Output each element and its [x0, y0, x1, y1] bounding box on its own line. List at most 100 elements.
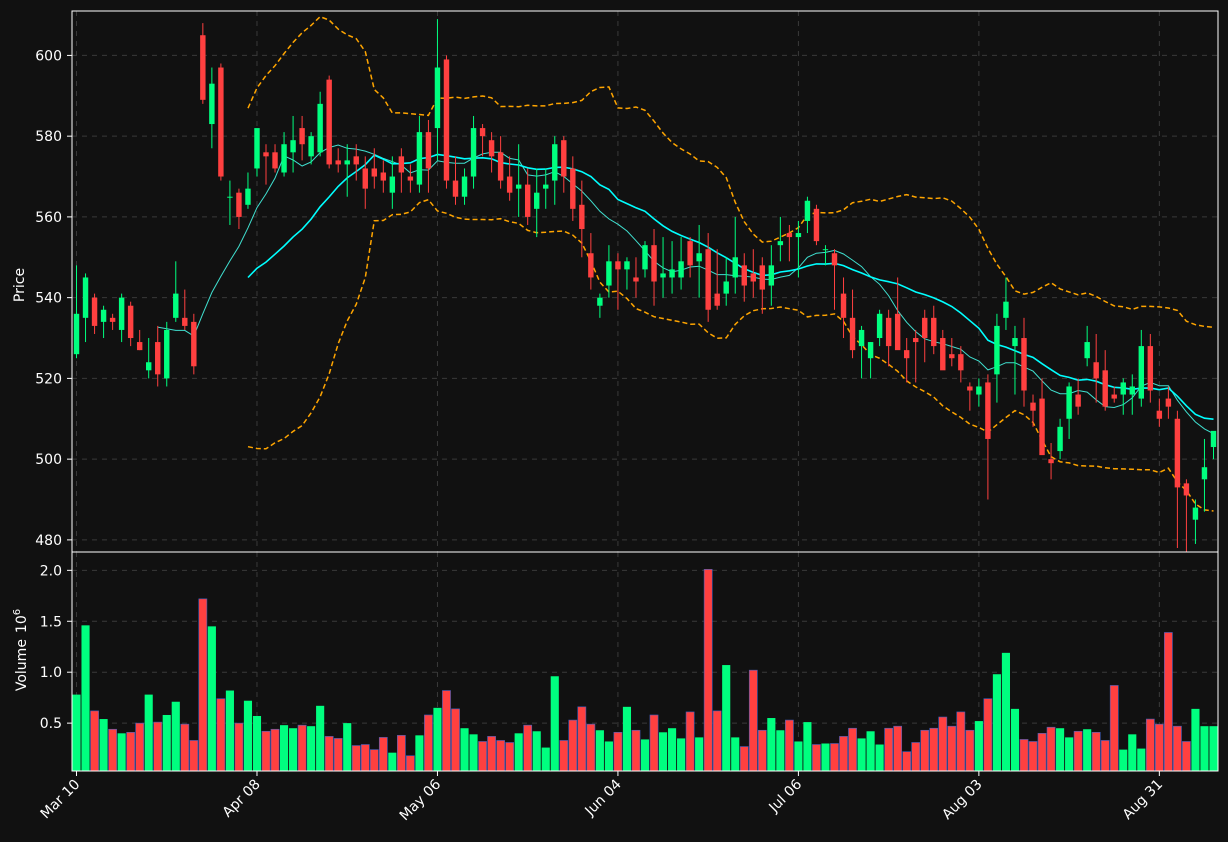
- candle-body: [994, 325, 1000, 375]
- volume-bar: [803, 722, 812, 771]
- volume-bar: [1209, 726, 1218, 771]
- candle-body: [335, 160, 341, 165]
- volume-bar: [523, 724, 533, 772]
- volume-bar: [406, 755, 415, 772]
- volume-bar: [1065, 737, 1074, 771]
- candle-body: [732, 257, 738, 278]
- candle-body: [524, 184, 531, 217]
- candle-body: [344, 160, 350, 165]
- candle-body: [290, 140, 296, 153]
- candle-body: [561, 140, 567, 177]
- candle-body: [263, 152, 269, 157]
- volume-bar: [1073, 730, 1083, 772]
- volume-bar: [920, 729, 930, 772]
- candle-body: [200, 35, 206, 100]
- candle-body: [1183, 483, 1190, 496]
- candle-body: [795, 233, 802, 238]
- volume-bar: [207, 626, 216, 771]
- volume-bar: [839, 736, 848, 772]
- volume-bar: [1091, 731, 1101, 772]
- volume-bar: [884, 727, 893, 772]
- volume-bar: [595, 730, 604, 771]
- candle-body: [822, 249, 829, 251]
- candle-body: [127, 305, 134, 339]
- volume-bar: [487, 736, 496, 772]
- volume-bar: [559, 740, 569, 772]
- volume-bar: [631, 729, 641, 772]
- volume-bar: [1019, 739, 1029, 772]
- volume-bar: [261, 730, 271, 772]
- candle-body: [660, 273, 666, 278]
- candle-body: [272, 152, 278, 169]
- candle-body: [308, 136, 314, 157]
- candle-body: [461, 176, 468, 197]
- candle-body: [768, 265, 775, 286]
- candle-body: [804, 200, 811, 221]
- candle-body: [922, 317, 928, 339]
- volume-axis-exponent: 6: [12, 609, 23, 615]
- volume-bar: [776, 730, 785, 771]
- volume-bar: [902, 751, 912, 772]
- candle-body: [353, 156, 359, 165]
- candle-body: [326, 79, 332, 165]
- candle-body: [1012, 338, 1018, 347]
- candle: [191, 313, 197, 375]
- candle-body: [182, 317, 188, 326]
- volume-bar: [1128, 734, 1137, 771]
- candle-body: [497, 152, 504, 181]
- volume-bar: [586, 723, 596, 772]
- volume-bar: [351, 745, 361, 772]
- candle-body: [209, 83, 215, 125]
- candle: [326, 75, 332, 169]
- candle-body: [1192, 507, 1199, 520]
- volume-y-tick-label: 1.5: [40, 614, 62, 630]
- volume-bar: [279, 725, 289, 771]
- volume-bar: [622, 706, 632, 771]
- volume-bar: [757, 729, 767, 772]
- volume-bar: [938, 716, 948, 772]
- volume-bar: [1046, 726, 1056, 772]
- volume-bar: [252, 715, 262, 771]
- volume-bar: [81, 625, 90, 771]
- candle-body: [73, 313, 80, 355]
- candle-body: [741, 265, 747, 286]
- volume-bar: [171, 701, 180, 771]
- candle-body: [669, 269, 675, 278]
- volume-bar: [162, 714, 171, 771]
- candle-body: [236, 192, 242, 217]
- volume-bar: [956, 711, 966, 772]
- candle-body: [380, 172, 387, 181]
- volume-bar: [821, 743, 830, 771]
- volume-bar: [613, 731, 623, 772]
- candle-body: [371, 168, 377, 177]
- candle-body: [299, 128, 305, 145]
- candle-body: [723, 281, 729, 294]
- volume-bar: [677, 738, 686, 771]
- volume-bar: [126, 731, 136, 772]
- candle-body: [651, 245, 657, 282]
- candle-body: [903, 350, 910, 359]
- candle-body: [145, 362, 152, 371]
- volume-bar: [893, 725, 903, 772]
- volume-axis-label: Volume 106: [12, 609, 30, 691]
- volume-bar: [929, 727, 939, 772]
- candle-body: [633, 277, 639, 282]
- volume-bar: [1109, 685, 1119, 772]
- candle-body: [976, 386, 982, 395]
- price-y-tick-label: 520: [35, 371, 62, 387]
- volume-bar: [911, 742, 921, 772]
- volume-bar: [794, 741, 803, 771]
- candle-body: [1084, 342, 1090, 359]
- volume-bar: [703, 569, 713, 772]
- candle-body: [624, 261, 630, 270]
- candle-body: [967, 386, 973, 391]
- volume-bar: [550, 676, 559, 771]
- volume-bar: [812, 744, 821, 772]
- volume-bar: [695, 737, 704, 771]
- candle-body: [1156, 410, 1163, 419]
- candle-body: [416, 132, 423, 185]
- price-y-tick-label: 600: [35, 48, 62, 64]
- volume-bar: [289, 728, 298, 771]
- candle-body: [118, 297, 125, 330]
- candle-body: [488, 140, 495, 157]
